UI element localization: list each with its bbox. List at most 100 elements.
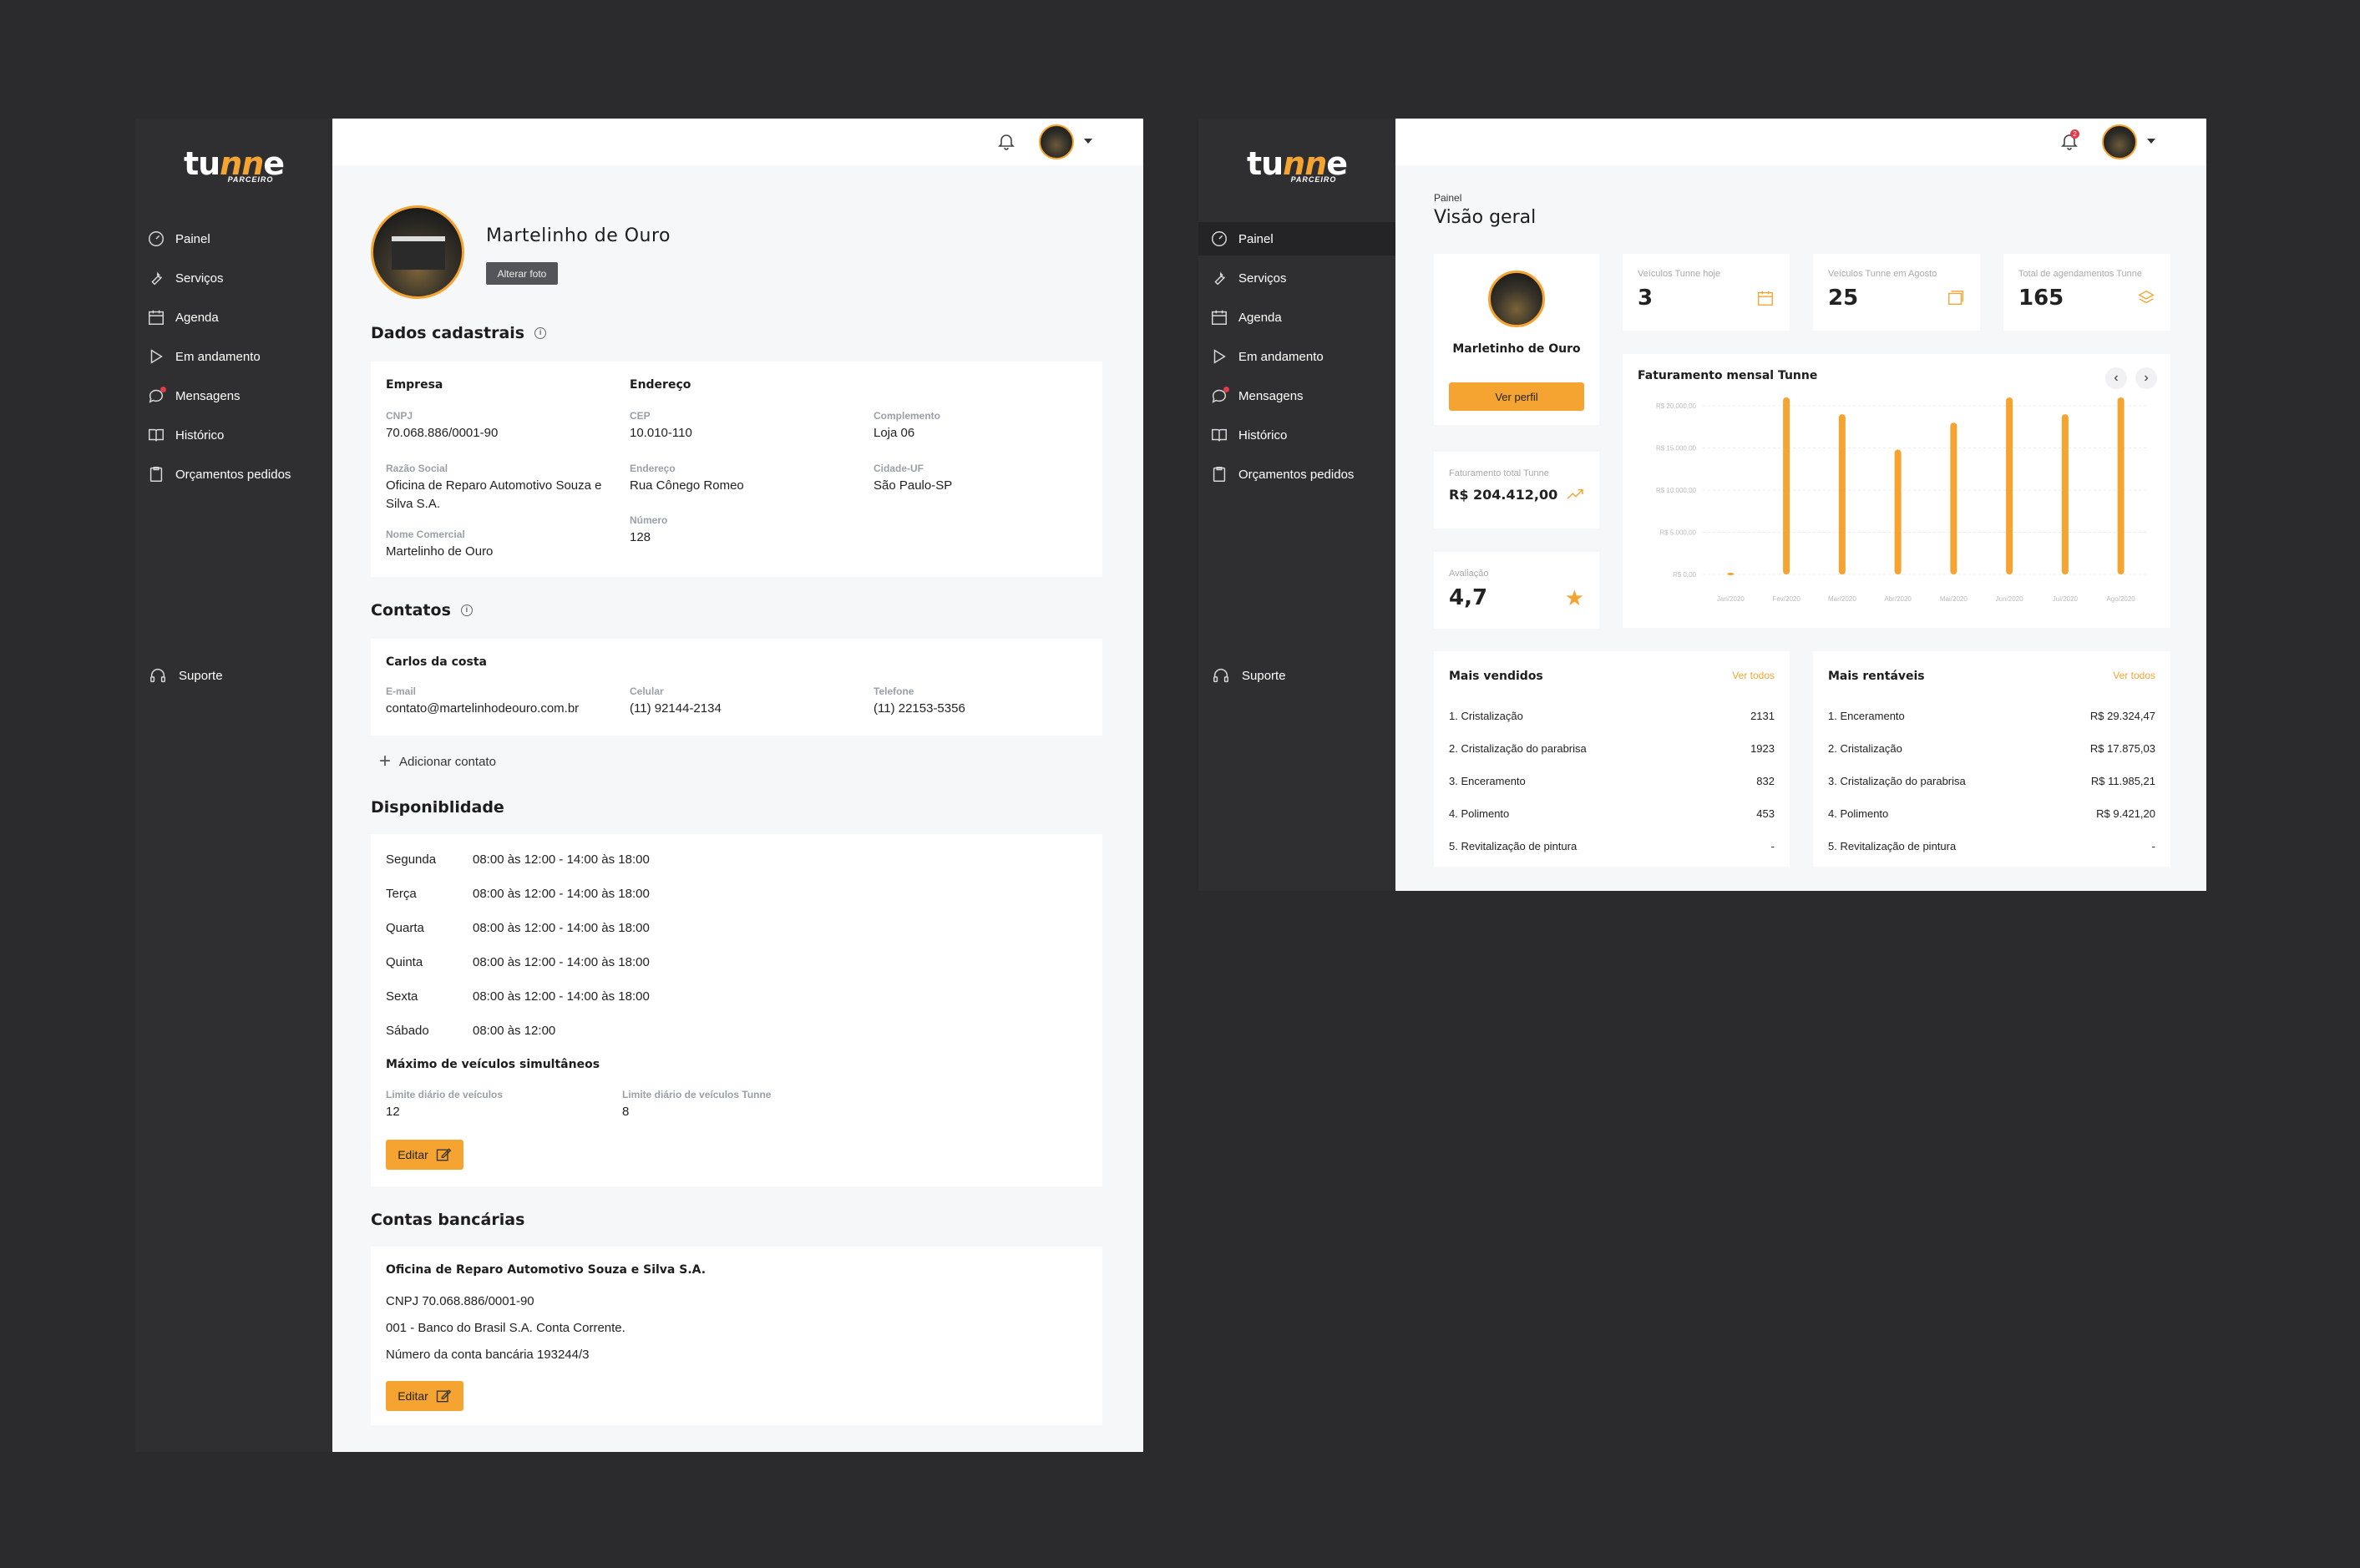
list-item: 4. Polimento 453 xyxy=(1449,797,1775,830)
schedule-row: Segunda 08:00 às 12:00 - 14:00 às 18:00 xyxy=(386,842,887,877)
book-icon xyxy=(147,426,165,444)
empresa-title: Empresa xyxy=(386,378,443,392)
total-revenue-label: Faturamento total Tunne xyxy=(1449,468,1549,478)
see-all-profitable-link[interactable]: Ver todos xyxy=(2113,670,2155,681)
sidebar-item-label: Em andamento xyxy=(1238,349,1324,364)
list-item-value: - xyxy=(2151,840,2155,852)
sidebar-item-em-andamento[interactable]: Em andamento xyxy=(1198,340,1395,373)
chevron-down-icon[interactable] xyxy=(1084,139,1092,144)
book-icon xyxy=(1210,426,1228,444)
schedule-day: Quarta xyxy=(386,921,424,935)
sidebar-item-historico[interactable]: Histórico xyxy=(1198,418,1395,452)
sidebar-item-painel[interactable]: Painel xyxy=(135,222,332,255)
clipboard-icon xyxy=(147,465,165,483)
sidebar-item-mensagens[interactable]: Mensagens xyxy=(135,379,332,412)
dashboard-icon xyxy=(1210,230,1228,248)
sidebar-item-label: Painel xyxy=(1238,231,1274,246)
max-vehicles-title: Máximo de veículos simultâneos xyxy=(386,1058,600,1071)
schedule-hours: 08:00 às 12:00 - 14:00 às 18:00 xyxy=(473,989,650,1004)
total-revenue-value: R$ 204.412,00 xyxy=(1449,487,1558,503)
limit-label: Limite diário de veículos xyxy=(386,1089,504,1100)
sidebar-item-suporte[interactable]: Suporte xyxy=(135,666,332,685)
sidebar-item-painel[interactable]: Painel xyxy=(1198,222,1395,255)
chart-bar[interactable] xyxy=(1838,414,1846,574)
list-item-name: 2. Cristalização do parabrisa xyxy=(1449,742,1587,755)
info-icon[interactable]: i xyxy=(534,327,547,339)
breadcrumb: Painel xyxy=(1434,192,1462,204)
schedule-hours: 08:00 às 12:00 - 14:00 às 18:00 xyxy=(473,955,650,969)
list-item-name: 3. Enceramento xyxy=(1449,775,1526,787)
change-photo-button[interactable]: Alterar foto xyxy=(486,262,558,285)
bell-icon[interactable] xyxy=(996,131,1016,151)
contatos-title: Contatos i xyxy=(371,601,473,620)
schedule-day: Terça xyxy=(386,887,417,901)
endereco-label: Endereço xyxy=(630,463,676,474)
add-contact-button[interactable]: + Adicionar contato xyxy=(379,750,496,773)
topbar: 2 xyxy=(1395,119,2206,165)
sidebar-item-agenda[interactable]: Agenda xyxy=(135,301,332,334)
schedule-day: Segunda xyxy=(386,852,437,867)
chart-bar[interactable] xyxy=(1950,422,1957,574)
tunne-logo[interactable]: tunne PARCEIRO xyxy=(135,147,332,184)
sidebar-item-suporte[interactable]: Suporte xyxy=(1198,666,1395,685)
kpi-value: 165 xyxy=(2018,286,2064,311)
kpi-card-total: Total de agendamentos Tunne 165 xyxy=(2003,254,2170,331)
cnpj-value: 70.068.886/0001-90 xyxy=(386,426,499,440)
chart-bar[interactable] xyxy=(1894,449,1902,574)
chart-bar[interactable] xyxy=(2117,397,2125,574)
nome-value: Martelinho de Ouro xyxy=(386,544,494,559)
schedule-row: Sexta 08:00 às 12:00 - 14:00 às 18:00 xyxy=(386,979,887,1014)
sidebar-nav: Painel Serviços Agenda Em andamento Mens… xyxy=(1198,222,1395,497)
chevron-right-icon[interactable]: › xyxy=(2135,367,2157,389)
sidebar-item-label: Histórico xyxy=(175,427,225,443)
sidebar-item-em-andamento[interactable]: Em andamento xyxy=(135,340,332,373)
schedule-list: Segunda 08:00 às 12:00 - 14:00 às 18:00 Te… xyxy=(386,842,887,1048)
sidebar-item-orcamentos[interactable]: Orçamentos pedidos xyxy=(135,458,332,491)
chart-bar[interactable] xyxy=(1727,572,1735,575)
dashboard-content: Painel Visão geral Marletinho de Ouro Ve… xyxy=(1395,165,2206,891)
chevron-down-icon[interactable] xyxy=(2147,139,2155,144)
unread-dot xyxy=(1223,387,1229,392)
tunne-logo[interactable]: tunne PARCEIRO xyxy=(1198,147,1395,184)
topbar xyxy=(332,119,1143,165)
endereco-title: Endereço xyxy=(630,378,691,392)
chart-bar[interactable] xyxy=(1783,397,1790,574)
sidebar: tunne PARCEIRO Painel Serviços Agenda Em… xyxy=(1198,119,1395,891)
sidebar-item-historico[interactable]: Histórico xyxy=(135,418,332,452)
kpi-card-today: Veículos Tunne hoje 3 xyxy=(1623,254,1790,331)
sidebar-item-servicos[interactable]: Serviços xyxy=(1198,261,1395,295)
user-avatar[interactable] xyxy=(1039,124,1074,159)
edit-label: Editar xyxy=(398,1389,428,1403)
chart-bar[interactable] xyxy=(2061,414,2069,574)
rating-value: 4,7 xyxy=(1449,585,1488,610)
edit-availability-button[interactable]: Editar xyxy=(386,1140,463,1170)
edit-bank-button[interactable]: Editar xyxy=(386,1381,463,1411)
see-all-best-sellers-link[interactable]: Ver todos xyxy=(1732,670,1775,681)
dashboard-icon xyxy=(147,230,165,248)
sidebar-item-label: Histórico xyxy=(1238,427,1288,443)
x-tick-label: Mai/2020 xyxy=(1940,595,1968,603)
x-tick-label: Mar/2020 xyxy=(1828,595,1856,603)
sidebar-item-mensagens[interactable]: Mensagens xyxy=(1198,379,1395,412)
endereco-value: Rua Cônego Romeo xyxy=(630,478,744,493)
bell-icon[interactable]: 2 xyxy=(2059,129,2079,151)
sidebar-item-orcamentos[interactable]: Orçamentos pedidos xyxy=(1198,458,1395,491)
sidebar-item-label: Em andamento xyxy=(175,349,261,364)
support-label: Suporte xyxy=(1242,668,1286,683)
plus-icon: + xyxy=(379,750,392,772)
see-profile-button[interactable]: Ver perfil xyxy=(1449,382,1584,411)
sidebar-item-servicos[interactable]: Serviços xyxy=(135,261,332,295)
calendar-stack-icon xyxy=(1948,291,1963,306)
info-icon[interactable]: i xyxy=(460,604,473,616)
notification-badge: 2 xyxy=(2070,129,2079,139)
user-avatar[interactable] xyxy=(2102,124,2137,159)
kpi-card-month: Veículos Tunne em Agosto 25 xyxy=(1813,254,1980,331)
chart-bar[interactable] xyxy=(2006,397,2013,574)
most-profitable-card: Mais rentáveis Ver todos 1. Enceramento R… xyxy=(1813,651,2170,867)
sidebar-item-label: Orçamentos pedidos xyxy=(1238,467,1355,482)
complemento-value: Loja 06 xyxy=(874,426,915,440)
sidebar-item-agenda[interactable]: Agenda xyxy=(1198,301,1395,334)
sidebar-item-label: Mensagens xyxy=(175,388,241,403)
bank-cnpj: CNPJ 70.068.886/0001-90 xyxy=(386,1294,534,1308)
chevron-left-icon[interactable]: ‹ xyxy=(2105,367,2127,389)
